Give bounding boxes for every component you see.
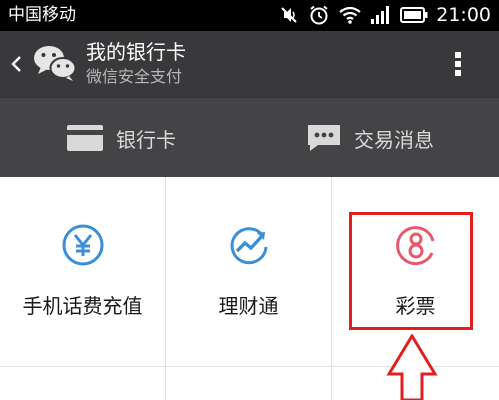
status-icons: 21:00 — [278, 3, 491, 27]
page-subtitle: 微信安全支付 — [86, 67, 183, 86]
battery-icon — [400, 7, 428, 23]
tab-bank-card[interactable]: 银行卡 — [66, 98, 176, 178]
tab-label: 银行卡 — [116, 127, 176, 152]
wechat-logo-icon — [34, 46, 77, 81]
annotation-highlight-box — [349, 212, 473, 330]
clock-time: 21:00 — [436, 4, 491, 26]
message-icon — [308, 125, 340, 151]
signal-icon — [371, 6, 390, 24]
tab-transaction-messages[interactable]: 交易消息 — [306, 98, 434, 178]
trend-icon — [230, 227, 267, 265]
alarm-icon — [310, 5, 328, 25]
service-label: 手机话费充值 — [22, 294, 143, 318]
service-licaitong[interactable]: 理财通 — [166, 177, 332, 367]
carrier-label: 中国移动 — [8, 5, 76, 25]
grid-cell — [0, 367, 166, 400]
annotation-arrow-icon — [386, 334, 438, 400]
back-icon[interactable] — [10, 54, 22, 74]
yen-icon — [62, 224, 103, 266]
more-icon[interactable] — [452, 49, 464, 79]
tab-label: 交易消息 — [354, 127, 434, 152]
tab-bar: 银行卡 交易消息 — [0, 97, 499, 178]
page-title: 我的银行卡 — [86, 40, 186, 64]
status-bar: 中国移动 21:00 — [0, 0, 499, 31]
service-phone-topup[interactable]: 手机话费充值 — [0, 177, 166, 367]
grid-cell — [166, 367, 332, 400]
service-label: 理财通 — [218, 294, 279, 318]
mute-icon — [281, 7, 297, 23]
app-bar: 我的银行卡 微信安全支付 — [0, 31, 499, 97]
wifi-icon — [339, 6, 361, 24]
card-icon — [67, 125, 103, 151]
